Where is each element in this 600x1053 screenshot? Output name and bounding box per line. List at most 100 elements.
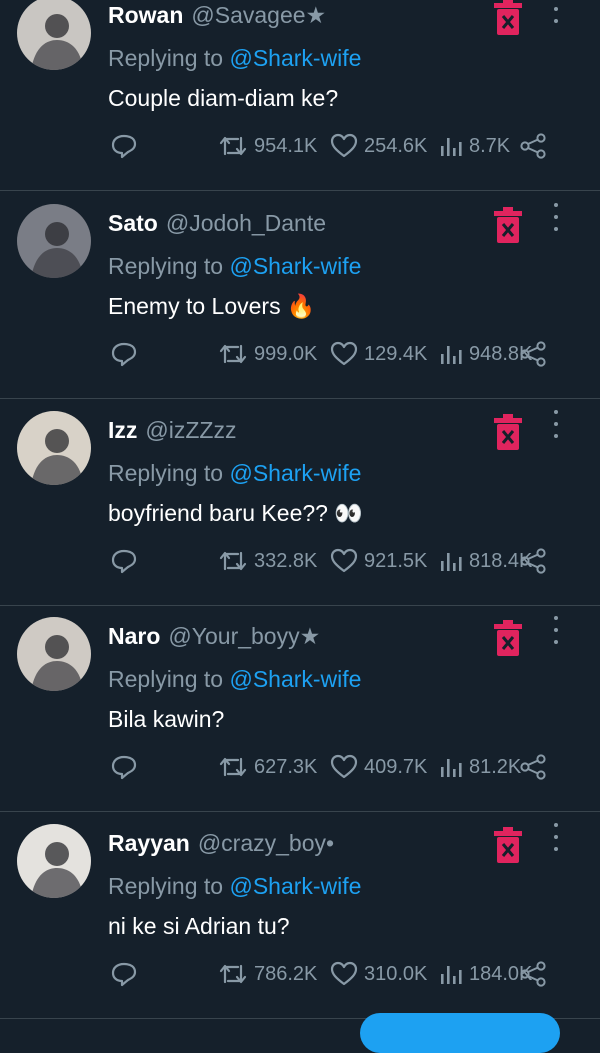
display-name[interactable]: Izz (108, 417, 137, 443)
share-icon[interactable] (517, 754, 547, 780)
reply-action-button[interactable] (110, 546, 138, 576)
heart-icon (330, 341, 358, 366)
compose-floating-button[interactable] (360, 1013, 560, 1053)
comment-icon (111, 962, 137, 987)
display-name[interactable]: Rayyan (108, 830, 190, 856)
retweet-icon (219, 136, 247, 156)
views-action-button[interactable]: 8.7K (439, 131, 510, 161)
mention-link[interactable]: @Shark-wife (229, 460, 361, 486)
reply-text: Bila kawin? (108, 704, 230, 734)
delete-button[interactable] (494, 620, 522, 656)
heart-icon (330, 548, 358, 573)
more-options-button[interactable] (546, 0, 566, 23)
like-action-button[interactable]: 310.0K (330, 959, 427, 989)
delete-button[interactable] (494, 827, 522, 863)
reply-text: Enemy to Lovers 🔥 (108, 291, 315, 321)
mention-link[interactable]: @Shark-wife (229, 873, 361, 899)
retweet-action-button[interactable]: 999.0K (218, 339, 317, 369)
like-action-button[interactable]: 129.4K (330, 339, 427, 369)
more-options-button[interactable] (546, 203, 566, 231)
more-vertical-icon (554, 823, 558, 827)
more-vertical-icon (554, 628, 558, 632)
replying-to-label: Replying to (108, 873, 224, 899)
avatar[interactable] (17, 204, 91, 278)
more-vertical-icon (554, 434, 558, 438)
action-bar: 627.3K 409.7K 81.2K (108, 752, 553, 782)
views-bar-icon (441, 553, 462, 571)
trash-icon (494, 207, 522, 243)
views-count: 81.2K (469, 755, 522, 778)
more-options-button[interactable] (546, 823, 566, 851)
avatar[interactable] (17, 411, 91, 485)
retweet-count: 999.0K (254, 342, 318, 365)
more-vertical-icon (554, 203, 558, 207)
reply-action-button[interactable] (110, 339, 138, 369)
share-icon[interactable] (517, 548, 547, 574)
mention-link[interactable]: @Shark-wife (229, 666, 361, 692)
retweet-count: 954.1K (254, 134, 318, 157)
reply-item[interactable]: Rayyan @crazy_boy• Replying to @Shark-wif… (0, 813, 600, 1019)
share-icon[interactable] (517, 133, 547, 159)
reply-text: Couple diam-diam ke? (108, 83, 344, 113)
reply-item[interactable]: Rowan @Savagee★ Replying to @Shark-wife C… (0, 0, 600, 191)
reply-text: boyfriend baru Kee?? 👀 (108, 498, 363, 528)
share-icon[interactable] (517, 341, 547, 367)
action-bar: 999.0K 129.4K 948.8K (108, 339, 553, 369)
retweet-action-button[interactable]: 786.2K (218, 959, 317, 989)
reply-text-content: Enemy to Lovers (108, 293, 281, 319)
delete-button[interactable] (494, 0, 522, 35)
reply-item[interactable]: Sato @Jodoh_Dante Replying to @Shark-wife… (0, 193, 600, 399)
trash-icon (494, 827, 522, 863)
reply-action-button[interactable] (110, 131, 138, 161)
reply-item[interactable]: Izz @izZZzz Replying to @Shark-wife boyfr… (0, 400, 600, 606)
user-handle[interactable]: @Your_boyy★ (168, 623, 320, 649)
user-handle[interactable]: @izZZzz (145, 417, 236, 443)
comment-icon (111, 134, 137, 159)
reply-text-content: Bila kawin? (108, 706, 225, 732)
heart-icon (330, 133, 358, 158)
reply-header: Izz @izZZzz (108, 415, 236, 445)
avatar[interactable] (17, 617, 91, 691)
more-vertical-icon (554, 616, 558, 620)
mention-link[interactable]: @Shark-wife (229, 253, 361, 279)
delete-button[interactable] (494, 207, 522, 243)
replying-to-label: Replying to (108, 666, 224, 692)
views-bar-icon (441, 346, 462, 364)
display-name[interactable]: Naro (108, 623, 160, 649)
heart-icon (330, 961, 358, 986)
display-name[interactable]: Sato (108, 210, 158, 236)
reply-action-button[interactable] (110, 752, 138, 782)
mention-link[interactable]: @Shark-wife (229, 45, 361, 71)
share-icon[interactable] (517, 961, 547, 987)
reply-item[interactable]: Naro @Your_boyy★ Replying to @Shark-wife … (0, 606, 600, 812)
retweet-action-button[interactable]: 627.3K (218, 752, 317, 782)
like-action-button[interactable]: 921.5K (330, 546, 427, 576)
like-count: 409.7K (364, 755, 428, 778)
more-vertical-icon (554, 847, 558, 851)
more-vertical-icon (554, 835, 558, 839)
user-handle[interactable]: @crazy_boy• (198, 830, 334, 856)
more-vertical-icon (554, 422, 558, 426)
like-action-button[interactable]: 254.6K (330, 131, 427, 161)
more-options-button[interactable] (546, 616, 566, 644)
display-name[interactable]: Rowan (108, 2, 183, 28)
more-vertical-icon (554, 640, 558, 644)
reply-header: Naro @Your_boyy★ (108, 621, 320, 651)
more-vertical-icon (554, 227, 558, 231)
views-action-button[interactable]: 81.2K (439, 752, 521, 782)
avatar[interactable] (17, 0, 91, 70)
more-vertical-icon (554, 410, 558, 414)
more-options-button[interactable] (546, 410, 566, 438)
retweet-action-button[interactable]: 332.8K (218, 546, 317, 576)
like-count: 310.0K (364, 962, 428, 985)
reply-emoji: 🔥 (286, 293, 316, 319)
like-action-button[interactable]: 409.7K (330, 752, 427, 782)
comment-icon (111, 342, 137, 367)
retweet-action-button[interactable]: 954.1K (218, 131, 317, 161)
reply-action-button[interactable] (110, 959, 138, 989)
heart-icon (330, 754, 358, 779)
user-handle[interactable]: @Jodoh_Dante (166, 210, 326, 236)
avatar[interactable] (17, 824, 91, 898)
user-handle[interactable]: @Savagee★ (191, 2, 326, 28)
delete-button[interactable] (494, 414, 522, 450)
